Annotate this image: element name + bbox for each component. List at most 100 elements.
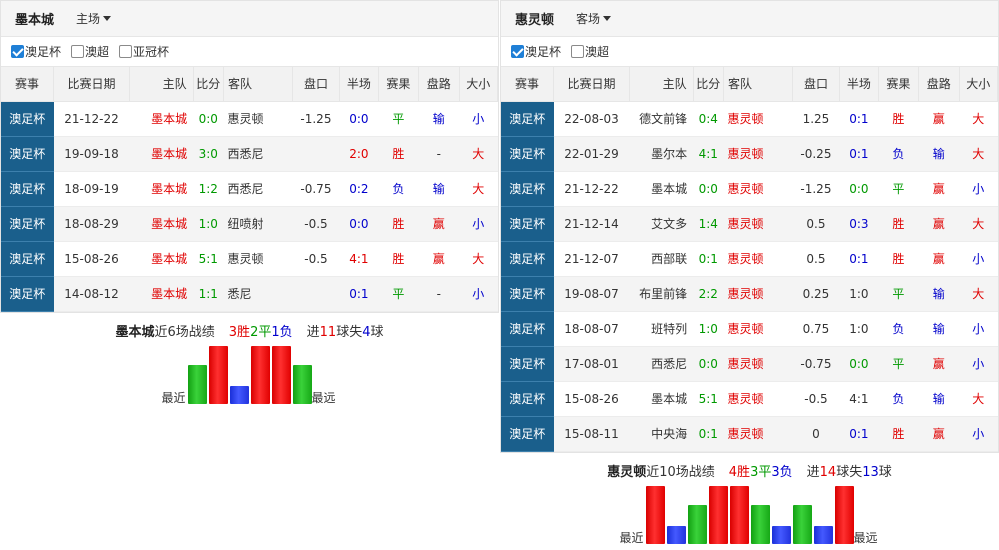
form-bar-draw (750, 504, 770, 544)
away-team-cell[interactable]: 西悉尼 (223, 171, 293, 207)
handicap-cell: 0.5 (792, 206, 840, 242)
home-team-cell[interactable]: 墨本城 (629, 171, 694, 207)
away-filter-bar: 澳足杯 澳超 (501, 37, 998, 67)
form-label-oldest: 最远 (853, 530, 878, 545)
away-summary-losses: 3负 (771, 464, 793, 480)
home-table-header-row: 赛事 比赛日期 主队 比分 客队 盘口 半场 赛果 盘路 大小 (1, 67, 498, 102)
away-column-header: 盘口 (792, 67, 841, 102)
result-cell: 平 (878, 171, 919, 207)
competition-cell[interactable]: 澳足杯 (1, 136, 54, 172)
away-team-cell[interactable]: 纽喷射 (223, 206, 293, 242)
handicap-cell: 0.5 (792, 241, 840, 277)
handicap-cell: 0.75 (792, 311, 840, 347)
away-team-cell[interactable]: 惠灵顿 (723, 171, 793, 207)
competition-cell[interactable]: 澳足杯 (501, 311, 554, 347)
home-filter-2[interactable]: 亚冠杯 (119, 43, 169, 60)
away-team-cell[interactable]: 惠灵顿 (723, 136, 793, 172)
table-row: 澳足杯 22-08-03 德文前锋 0:4 惠灵顿 1.25 0:1 胜赢大 (501, 101, 998, 137)
competition-cell[interactable]: 澳足杯 (1, 276, 54, 312)
away-team-cell[interactable]: 惠灵顿 (723, 311, 793, 347)
halftime-cell: 0:2 (339, 171, 379, 207)
home-team-cell[interactable]: 墨本城 (629, 381, 694, 417)
away-team-cell[interactable]: 惠灵顿 (723, 101, 793, 137)
table-row: 澳足杯 22-01-29 墨尔本 4:1 惠灵顿 -0.25 0:1 负输大 (501, 136, 998, 172)
halftime-cell: 0:1 (839, 241, 879, 277)
home-venue-dropdown[interactable]: 主场 (76, 10, 112, 27)
table-row: 澳足杯 19-08-07 布里前锋 2:2 惠灵顿 0.25 1:0 平输大 (501, 276, 998, 312)
competition-cell[interactable]: 澳足杯 (501, 276, 554, 312)
home-filter-1[interactable]: 澳超 (71, 43, 109, 60)
handicap-cell: -0.5 (792, 381, 840, 417)
away-team-cell[interactable]: 惠灵顿 (223, 101, 293, 137)
home-team-cell[interactable]: 墨本城 (129, 101, 194, 137)
checkbox-icon[interactable] (11, 45, 24, 58)
away-team-cell[interactable]: 惠灵顿 (723, 241, 793, 277)
away-team-cell[interactable]: 西悉尼 (223, 136, 293, 172)
result-cell: 负 (378, 171, 419, 207)
away-team-cell[interactable]: 惠灵顿 (723, 206, 793, 242)
home-team-cell[interactable]: 墨本城 (129, 276, 194, 312)
home-summary-conceded-unit: 球 (370, 324, 384, 340)
away-team-cell[interactable]: 惠灵顿 (723, 381, 793, 417)
competition-cell[interactable]: 澳足杯 (501, 416, 554, 452)
away-summary-conceded-unit: 球 (878, 464, 892, 480)
competition-cell[interactable]: 澳足杯 (501, 171, 554, 207)
competition-cell[interactable]: 澳足杯 (501, 101, 554, 137)
chevron-down-icon (603, 16, 612, 21)
away-team-cell[interactable]: 悉尼 (223, 276, 293, 312)
home-team-cell[interactable]: 德文前锋 (629, 101, 694, 137)
away-summary-team: 惠灵顿 (607, 464, 647, 480)
away-venue-dropdown[interactable]: 客场 (576, 10, 612, 27)
away-team-cell[interactable]: 惠灵顿 (723, 346, 793, 382)
home-filter-0[interactable]: 澳足杯 (11, 43, 61, 60)
away-venue-label: 客场 (576, 12, 601, 26)
home-summary-team: 墨本城 (115, 324, 155, 340)
competition-cell[interactable]: 澳足杯 (1, 241, 54, 277)
competition-cell[interactable]: 澳足杯 (501, 136, 554, 172)
handicap-cell: 1.25 (792, 101, 840, 137)
checkbox-icon[interactable] (511, 45, 524, 58)
away-panel-header: 惠灵顿 客场 (501, 1, 998, 37)
result-cell: 胜 (378, 136, 419, 172)
result-cell: 负 (878, 136, 919, 172)
halftime-cell: 2:0 (339, 136, 379, 172)
competition-cell[interactable]: 澳足杯 (501, 206, 554, 242)
date-cell: 21-12-22 (53, 101, 130, 137)
away-team-cell[interactable]: 惠灵顿 (723, 416, 793, 452)
competition-cell[interactable]: 澳足杯 (1, 171, 54, 207)
home-team-cell[interactable]: 墨本城 (129, 171, 194, 207)
competition-cell[interactable]: 澳足杯 (1, 101, 54, 137)
away-column-header: 客队 (723, 67, 793, 102)
halftime-cell: 0:0 (839, 346, 879, 382)
checkbox-icon[interactable] (571, 45, 585, 58)
table-row: 澳足杯 17-08-01 西悉尼 0:0 惠灵顿 -0.75 0:0 平赢小 (501, 346, 998, 382)
away-filter-1[interactable]: 澳超 (571, 43, 609, 60)
checkbox-icon[interactable] (119, 45, 133, 58)
home-team-cell[interactable]: 艾文多 (629, 206, 694, 242)
home-team-cell[interactable]: 墨本城 (129, 136, 194, 172)
competition-cell[interactable]: 澳足杯 (1, 206, 54, 242)
home-team-cell[interactable]: 墨本城 (129, 206, 194, 242)
home-team-cell[interactable]: 墨本城 (129, 241, 194, 277)
score-cell: 2:2 (693, 276, 724, 312)
away-filter-0[interactable]: 澳足杯 (511, 43, 561, 60)
score-cell: 0:0 (193, 101, 224, 137)
home-team-cell[interactable]: 班特列 (629, 311, 694, 347)
home-column-header: 盘路 (418, 67, 460, 102)
competition-cell[interactable]: 澳足杯 (501, 241, 554, 277)
home-venue-label: 主场 (76, 12, 101, 26)
away-team-cell[interactable]: 惠灵顿 (723, 276, 793, 312)
home-team-cell[interactable]: 墨尔本 (629, 136, 694, 172)
checkbox-icon[interactable] (71, 45, 85, 58)
competition-cell[interactable]: 澳足杯 (501, 346, 554, 382)
home-team-cell[interactable]: 西部联 (629, 241, 694, 277)
home-team-cell[interactable]: 中央海 (629, 416, 694, 452)
date-cell: 18-09-19 (53, 171, 130, 207)
competition-cell[interactable]: 澳足杯 (501, 381, 554, 417)
form-bar-loss (666, 525, 686, 544)
home-form-chart: 最近 最远 (162, 344, 338, 405)
away-team-cell[interactable]: 惠灵顿 (223, 241, 293, 277)
over-under-cell: 大 (459, 171, 498, 207)
home-team-cell[interactable]: 布里前锋 (629, 276, 694, 312)
home-team-cell[interactable]: 西悉尼 (629, 346, 694, 382)
